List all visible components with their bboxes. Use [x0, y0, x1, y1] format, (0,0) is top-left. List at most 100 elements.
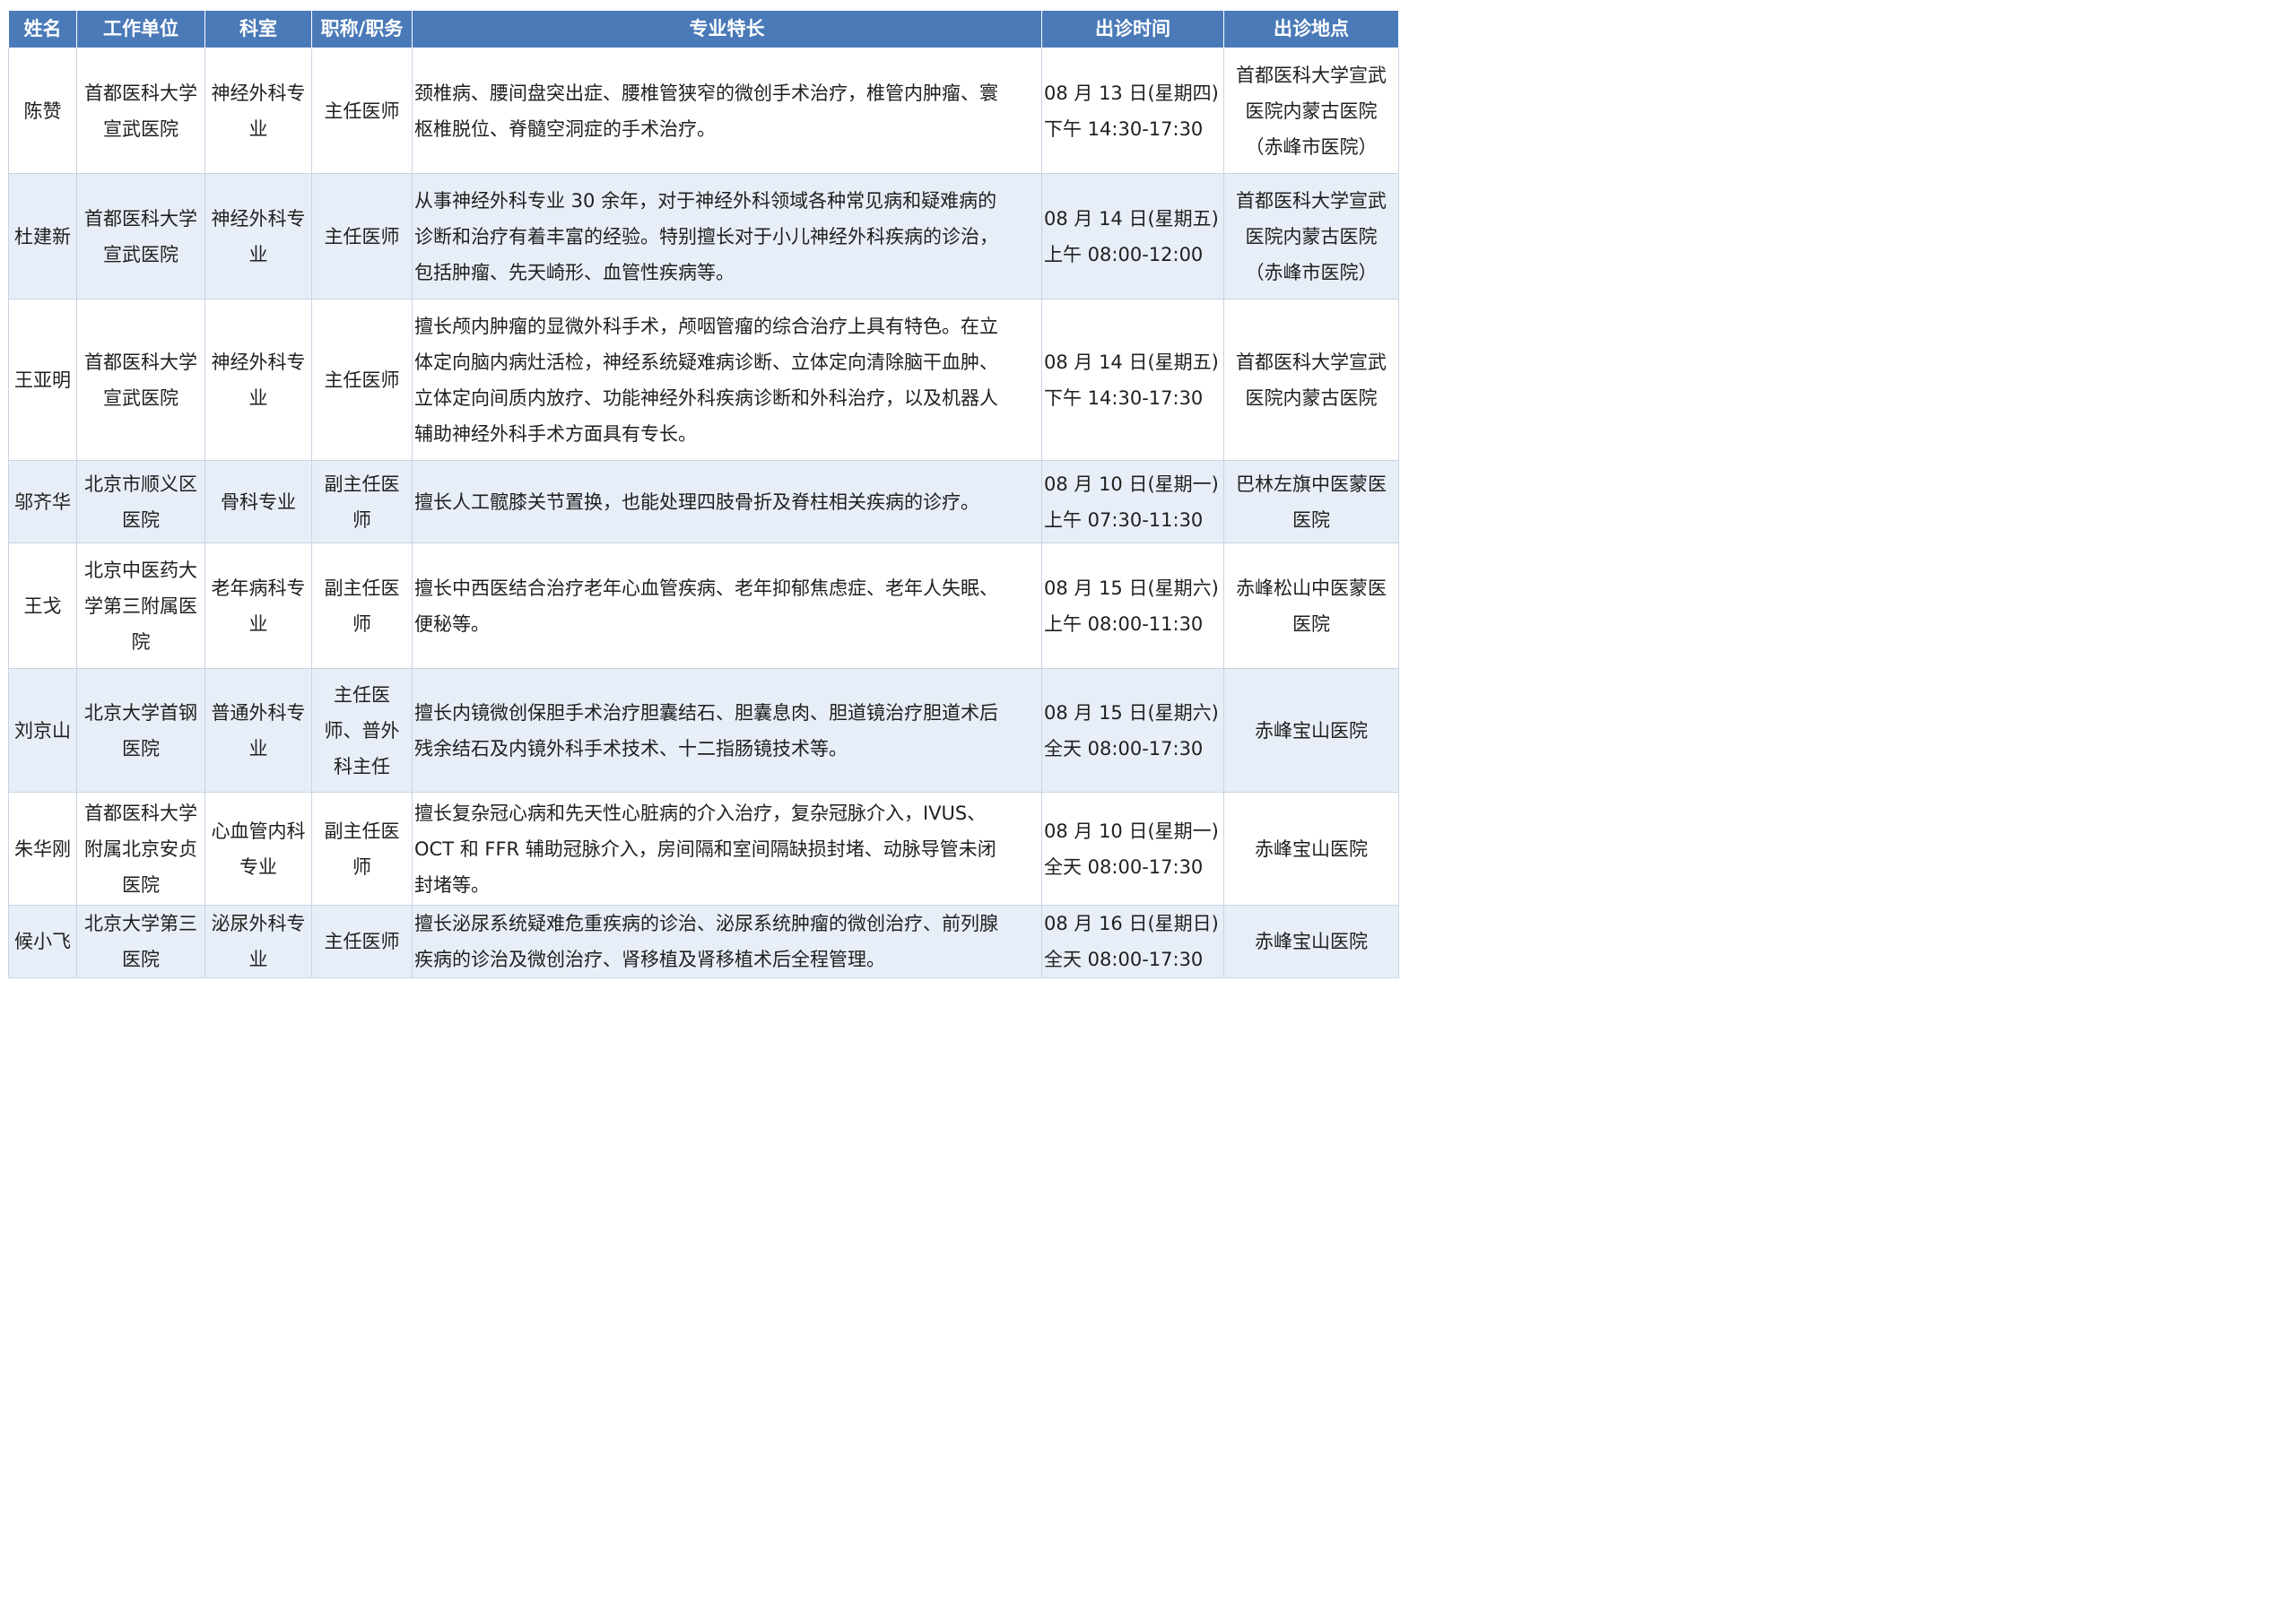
cell-unit-line: 北京大学首钢 [84, 701, 197, 724]
cell-time-line: 08 月 14 日(星期五) [1044, 351, 1219, 373]
cell-title: 主任医师 [311, 299, 413, 461]
cell-specialty-line: 颈椎病、腰间盘突出症、腰椎管狭窄的微创手术治疗，椎管内肿瘤、寰 [414, 82, 998, 104]
cell-specialty: 擅长泌尿系统疑难危重疾病的诊治、泌尿系统肿瘤的微创治疗、前列腺 疾病的诊治及微创治… [412, 905, 1042, 978]
cell-unit: 北京中医药大 学第三附属医院 [76, 542, 205, 669]
cell-time-line: 上午 07:30-11:30 [1044, 508, 1204, 531]
cell-title-line: 科主任 [334, 755, 390, 777]
cell-place-line: 赤峰宝山医院 [1255, 838, 1368, 860]
cell-unit: 首都医科大学 宣武医院 [76, 299, 205, 461]
cell-time-line: 下午 14:30-17:30 [1044, 117, 1204, 140]
cell-specialty: 从事神经外科专业 30 余年，对于神经外科领域各种常见病和疑难病的 诊断和治疗有着… [412, 173, 1042, 299]
cell-dept-line: 神经外科专 [211, 351, 306, 373]
cell-specialty: 擅长人工髋膝关节置换，也能处理四肢骨折及脊柱相关疾病的诊疗。 [412, 460, 1042, 543]
cell-time: 08 月 13 日(星期四) 下午 14:30-17:30 [1041, 48, 1224, 174]
cell-dept: 神经外科专业 [204, 299, 312, 461]
cell-dept: 老年病科专业 [204, 542, 312, 669]
cell-title-line: 主任医师 [324, 369, 400, 391]
cell-unit-line: 首都医科大学 [84, 207, 197, 230]
cell-specialty-line: 擅长中西医结合治疗老年心血管疾病、老年抑郁焦虑症、老年人失眠、 [414, 577, 998, 599]
cell-place-line: 首都医科大学宣武 [1236, 189, 1387, 212]
cell-place: 赤峰宝山医院 [1223, 792, 1399, 906]
cell-place-line: 赤峰宝山医院 [1255, 719, 1368, 742]
cell-time-line: 下午 14:30-17:30 [1044, 386, 1204, 409]
cell-title-line: 师、普外 [324, 719, 400, 742]
cell-unit-line: 学第三附属医 [84, 595, 197, 617]
table-row: 杜建新 首都医科大学 宣武医院 神经外科专业主任医师 从事神经外科专业 30 余年，对于… [8, 173, 1399, 299]
cell-name: 朱华刚 [8, 792, 77, 906]
cell-time: 08 月 15 日(星期六) 全天 08:00-17:30 [1041, 668, 1224, 793]
header-unit: 工作单位 [76, 10, 205, 48]
table-header: 姓名 工作单位 科室 职称/职务 专业特长 出诊时间 出诊地点 [8, 10, 1399, 48]
cell-dept: 心血管内科 专业 [204, 792, 312, 906]
schedule-table: 姓名 工作单位 科室 职称/职务 专业特长 出诊时间 出诊地点 陈赞 首都医科大学… [8, 10, 1399, 978]
table-row: 王戈 北京中医药大 学第三附属医院老年病科专业副主任医师擅长中西医结合治疗老年心血管… [8, 542, 1399, 669]
cell-specialty: 颈椎病、腰间盘突出症、腰椎管狭窄的微创手术治疗，椎管内肿瘤、寰 枢椎脱位、脊髓空洞… [412, 48, 1042, 174]
cell-dept-line: 泌尿外科专 [211, 913, 306, 934]
cell-dept-line: 业 [248, 117, 268, 140]
cell-dept-line: 老年病科专 [211, 577, 306, 599]
cell-place-line: 赤峰松山中医蒙医 [1236, 577, 1387, 599]
cell-place-line: 医院 [1292, 508, 1330, 531]
cell-place-line: 首都医科大学宣武 [1236, 64, 1387, 86]
cell-dept-line: 业 [248, 243, 268, 265]
cell-specialty-line: 包括肿瘤、先天崎形、血管性疾病等。 [414, 261, 735, 283]
cell-time: 08 月 16 日(星期日) 全天 08:00-17:30 [1041, 905, 1224, 978]
cell-unit-line: 北京市顺义区 [84, 473, 197, 495]
cell-name: 王亚明 [8, 299, 77, 461]
cell-time-line: 08 月 15 日(星期六) [1044, 577, 1219, 599]
cell-title: 主任医师 [311, 905, 413, 978]
header-row: 姓名 工作单位 科室 职称/职务 专业特长 出诊时间 出诊地点 [8, 10, 1399, 48]
cell-title-line: 师 [352, 508, 371, 531]
cell-specialty: 擅长颅内肿瘤的显微外科手术，颅咽管瘤的综合治疗上具有特色。在立 体定向脑内病灶活检… [412, 299, 1042, 461]
cell-specialty: 擅长复杂冠心病和先天性心脏病的介入治疗，复杂冠脉介入，IVUS、 OCT 和 FF… [412, 792, 1042, 906]
table-row: 候小飞 北京大学第三 医院 泌尿外科专业主任医师 擅长泌尿系统疑难危重疾病的诊治、泌尿系… [8, 905, 1399, 978]
cell-specialty-line: 立体定向间质内放疗、功能神经外科疾病诊断和外科治疗，以及机器人 [414, 386, 998, 409]
cell-title: 主任医师、普外科主任 [311, 668, 413, 793]
cell-specialty-line: 诊断和治疗有着丰富的经验。特别擅长对于小儿神经外科疾病的诊治， [414, 225, 998, 247]
cell-dept: 普通外科专业 [204, 668, 312, 793]
cell-unit: 北京大学首钢 医院 [76, 668, 205, 793]
cell-title-line: 主任医师 [324, 225, 400, 247]
cell-place: 首都医科大学宣武 医院内蒙古医院 （赤峰市医院） [1223, 48, 1399, 174]
cell-time-line: 上午 08:00-12:00 [1044, 243, 1204, 265]
cell-time-line: 上午 08:00-11:30 [1044, 612, 1204, 635]
cell-time: 08 月 15 日(星期六) 上午 08:00-11:30 [1041, 542, 1224, 669]
cell-place-line: 首都医科大学宣武 [1236, 351, 1387, 373]
cell-unit-line: 首都医科大学 [84, 82, 197, 104]
cell-specialty-line: 擅长泌尿系统疑难危重疾病的诊治、泌尿系统肿瘤的微创治疗、前列腺 [414, 913, 998, 934]
cell-time-line: 08 月 15 日(星期六) [1044, 701, 1219, 724]
cell-title-line: 师 [352, 855, 371, 878]
cell-name: 杜建新 [8, 173, 77, 299]
cell-place: 首都医科大学宣武 医院内蒙古医院 （赤峰市医院） [1223, 173, 1399, 299]
cell-unit-line: 附属北京安贞 [84, 838, 197, 860]
cell-place-line: 医院内蒙古医院 [1245, 100, 1378, 122]
cell-place: 赤峰松山中医蒙医 医院 [1223, 542, 1399, 669]
cell-specialty-line: 擅长颅内肿瘤的显微外科手术，颅咽管瘤的综合治疗上具有特色。在立 [414, 315, 998, 337]
cell-title-line: 副主任医 [324, 820, 400, 842]
cell-unit-line: 宣武医院 [103, 117, 178, 140]
cell-title: 副主任医师 [311, 460, 413, 543]
cell-time: 08 月 14 日(星期五) 上午 08:00-12:00 [1041, 173, 1224, 299]
cell-unit-line: 医院 [122, 737, 160, 759]
cell-unit-line: 宣武医院 [103, 243, 178, 265]
cell-time-line: 08 月 10 日(星期一) [1044, 473, 1219, 495]
cell-place-line: 巴林左旗中医蒙医 [1236, 473, 1387, 495]
cell-dept-line: 普通外科专 [211, 701, 306, 724]
cell-specialty-line: 封堵等。 [414, 873, 490, 896]
cell-unit: 北京大学第三 医院 [76, 905, 205, 978]
cell-specialty-line: 擅长内镜微创保胆手术治疗胆囊结石、胆囊息肉、胆道镜治疗胆道术后 [414, 701, 998, 724]
cell-time-line: 08 月 10 日(星期一) [1044, 820, 1219, 842]
table-body: 陈赞 首都医科大学 宣武医院 神经外科专业主任医师 颈椎病、腰间盘突出症、腰椎管狭窄的微… [8, 48, 1399, 978]
cell-unit: 首都医科大学 附属北京安贞 医院 [76, 792, 205, 906]
cell-unit-line: 院 [131, 630, 151, 653]
cell-title-line: 主任医 [334, 683, 390, 706]
cell-dept-line: 业 [248, 612, 268, 635]
cell-name: 王戈 [8, 542, 77, 669]
cell-place-line: （赤峰市医院） [1245, 135, 1378, 158]
cell-place-line: 医院 [1292, 612, 1330, 635]
header-time: 出诊时间 [1041, 10, 1224, 48]
table-row: 陈赞 首都医科大学 宣武医院 神经外科专业主任医师 颈椎病、腰间盘突出症、腰椎管狭窄的微… [8, 48, 1399, 174]
cell-place: 赤峰宝山医院 [1223, 905, 1399, 978]
cell-dept: 神经外科专业 [204, 48, 312, 174]
cell-time-line: 全天 08:00-17:30 [1044, 855, 1204, 878]
